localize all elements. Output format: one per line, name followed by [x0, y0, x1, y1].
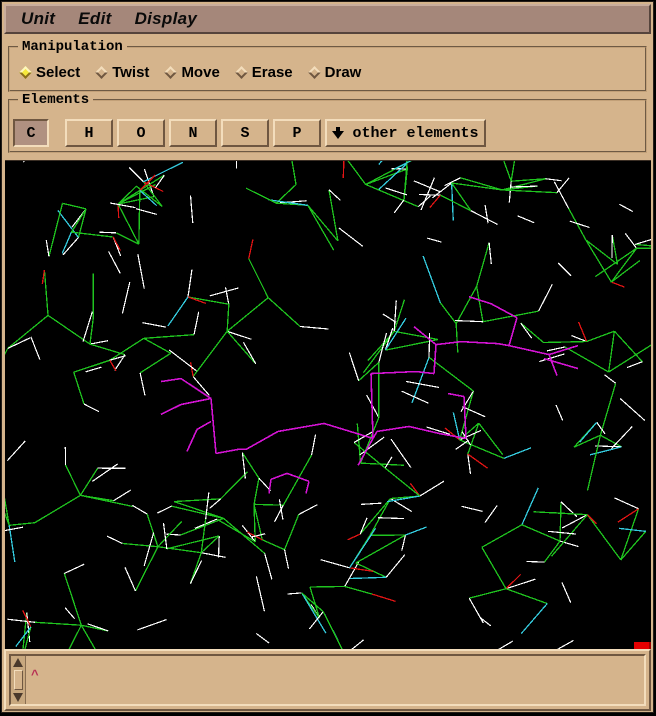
- element-p-button[interactable]: P: [273, 119, 321, 147]
- scroll-up-button[interactable]: [13, 657, 24, 668]
- command-console: ^: [9, 654, 646, 706]
- element-s-button[interactable]: S: [221, 119, 269, 147]
- radio-move[interactable]: Move: [164, 64, 220, 81]
- radio-diamond-icon: [19, 65, 32, 79]
- molecule-viewport[interactable]: [5, 160, 651, 649]
- console-scrollbar[interactable]: [11, 656, 26, 704]
- manipulation-frame-label: Manipulation: [18, 39, 127, 55]
- scrollbar-thumb[interactable]: [13, 670, 23, 690]
- triangle-down-icon: [13, 693, 23, 702]
- element-c-button[interactable]: C: [13, 119, 49, 147]
- element-h-button[interactable]: H: [65, 119, 113, 147]
- molecule-wireframe: [5, 161, 651, 649]
- radio-draw[interactable]: Draw: [307, 64, 361, 81]
- triangle-up-icon: [13, 658, 23, 667]
- radio-diamond-icon: [307, 65, 321, 79]
- elements-frame: Elements C H O N S P other elements: [8, 92, 647, 153]
- console-text-area[interactable]: ^: [26, 656, 644, 704]
- radio-diamond-icon: [95, 65, 109, 79]
- manipulation-radio-group: Select Twist Move Erase Draw: [10, 54, 645, 90]
- elements-frame-label: Elements: [18, 92, 94, 108]
- element-o-button[interactable]: O: [117, 119, 165, 147]
- radio-twist[interactable]: Twist: [95, 64, 149, 81]
- menu-unit[interactable]: Unit: [21, 9, 55, 29]
- down-arrow-icon: [332, 127, 345, 139]
- menu-edit[interactable]: Edit: [78, 9, 111, 29]
- radio-diamond-icon: [234, 65, 248, 79]
- element-n-button[interactable]: N: [169, 119, 217, 147]
- other-elements-button[interactable]: other elements: [325, 119, 486, 147]
- radio-select[interactable]: Select: [19, 64, 80, 81]
- menu-display[interactable]: Display: [135, 9, 198, 29]
- radio-erase[interactable]: Erase: [234, 64, 293, 81]
- elements-button-row: C H O N S P other elements: [10, 115, 645, 151]
- radio-diamond-icon: [164, 65, 178, 79]
- scroll-down-button[interactable]: [13, 692, 24, 703]
- manipulation-frame: Manipulation Select Twist Move Erase Dra…: [8, 39, 647, 92]
- unit-editor-window: Unit Edit Display Manipulation Select Tw…: [1, 1, 654, 713]
- text-caret: ^: [31, 668, 39, 683]
- menubar: Unit Edit Display: [4, 4, 651, 34]
- command-console-panel: ^: [4, 649, 651, 711]
